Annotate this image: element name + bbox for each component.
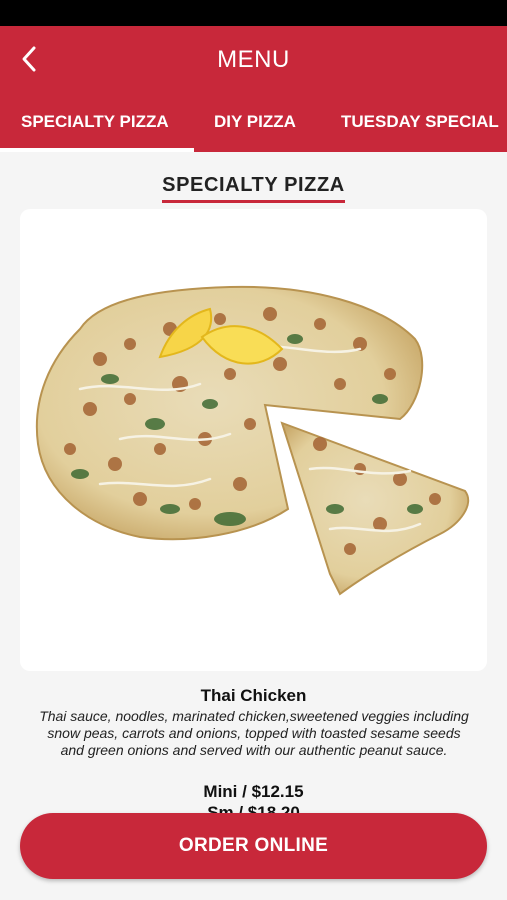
- order-online-button[interactable]: ORDER ONLINE: [20, 813, 487, 879]
- pizza-image: [35, 285, 470, 596]
- section-title: SPECIALTY PIZZA: [162, 174, 345, 203]
- item-name: Thai Chicken: [200, 686, 307, 705]
- pizza-image-card[interactable]: [20, 209, 487, 671]
- section-title-wrap: SPECIALTY PIZZA: [0, 174, 507, 203]
- tab-specialty-pizza[interactable]: SPECIALTY PIZZA: [21, 108, 169, 152]
- active-tab-indicator: [0, 148, 194, 152]
- status-bar: [0, 0, 507, 26]
- price-mini: Mini / $12.15: [203, 782, 304, 801]
- app-title: MENU: [217, 46, 290, 73]
- tab-diy-pizza[interactable]: DIY PIZZA: [214, 108, 296, 152]
- app-header: MENU SPECIALTY PIZZA DIY PIZZA TUESDAY S…: [0, 26, 507, 152]
- tab-tuesday-special[interactable]: TUESDAY SPECIAL: [341, 108, 499, 152]
- category-tabs: SPECIALTY PIZZA DIY PIZZA TUESDAY SPECIA…: [0, 108, 507, 152]
- item-description: Thai sauce, noodles, marinated chicken,s…: [39, 708, 469, 758]
